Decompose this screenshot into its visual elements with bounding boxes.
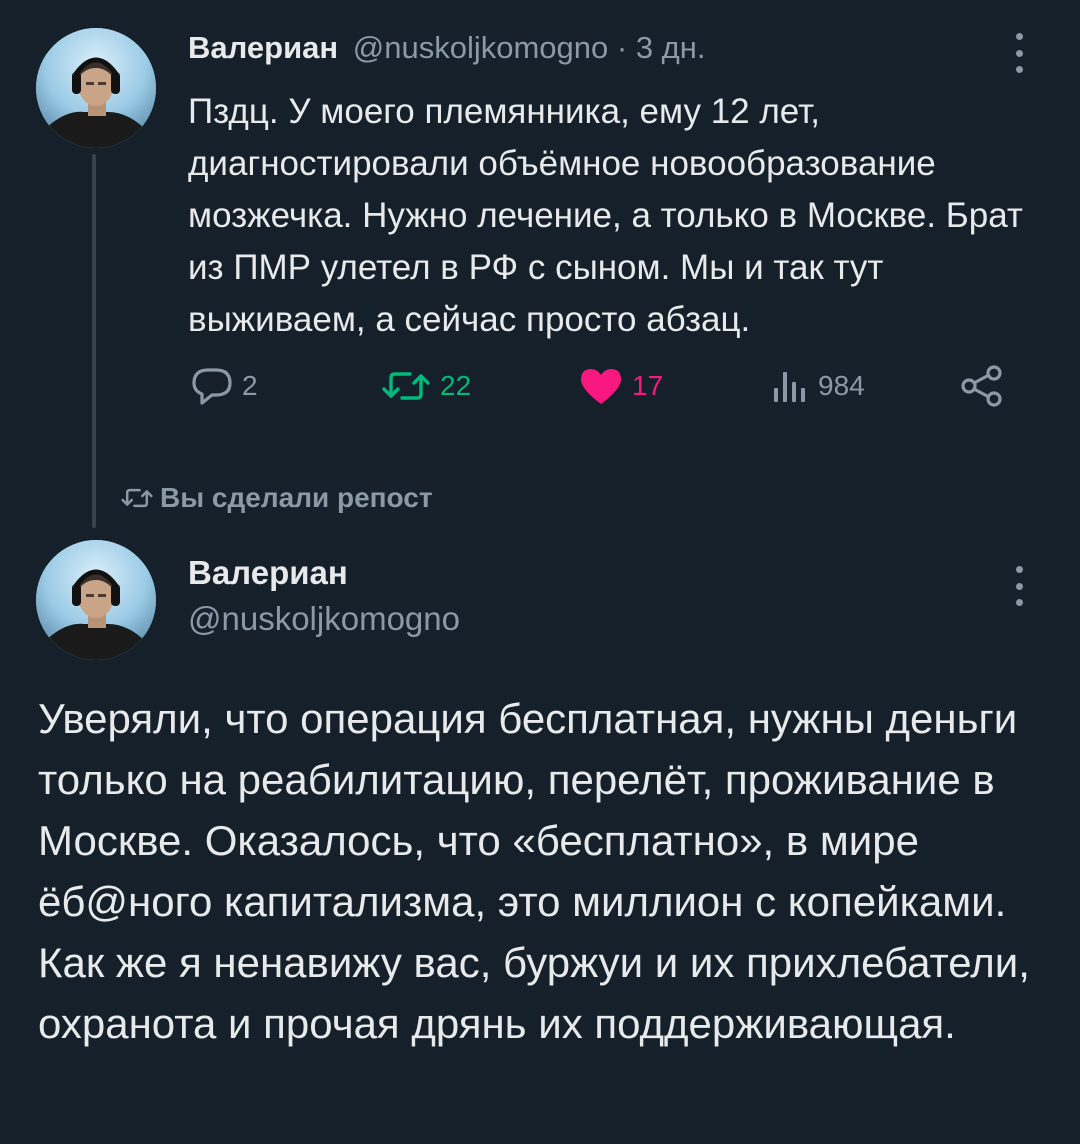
like-icon	[581, 369, 621, 404]
share-button[interactable]	[960, 364, 1004, 408]
avatar[interactable]	[36, 540, 156, 660]
tweet-header: Валериан @nuskoljkomogno · 3 дн.	[188, 28, 706, 68]
retweet-icon	[121, 488, 153, 508]
retweet-icon	[382, 372, 430, 400]
author-name[interactable]: Валериан	[188, 552, 348, 594]
like-button[interactable]: 17	[578, 364, 663, 408]
retweet-button[interactable]: 22	[380, 364, 471, 408]
reply-icon	[192, 368, 232, 405]
views-count: 984	[818, 370, 865, 401]
author-name[interactable]: Валериан	[188, 30, 338, 65]
tweet-text: Уверяли, что операция бесплатная, нужны …	[38, 695, 1030, 1047]
author-handle[interactable]: @nuskoljkomogno	[188, 598, 460, 640]
views-button[interactable]: 984	[770, 364, 865, 408]
more-icon[interactable]	[1009, 566, 1029, 606]
separator-dot: ·	[616, 30, 628, 65]
avatar[interactable]	[36, 28, 156, 148]
retweet-count: 22	[440, 370, 472, 401]
views-icon	[774, 372, 805, 402]
reply-button[interactable]: 2	[190, 364, 258, 408]
share-icon	[961, 365, 1002, 407]
reply-count: 2	[242, 370, 258, 401]
repost-label: Вы сделали репост	[160, 482, 433, 513]
repost-indicator: Вы сделали репост	[120, 476, 433, 520]
author-handle[interactable]: @nuskoljkomogno	[353, 30, 609, 65]
timestamp[interactable]: 3 дн.	[636, 30, 706, 65]
like-count: 17	[632, 370, 664, 401]
more-icon[interactable]	[1009, 33, 1029, 73]
thread-connector-line	[92, 154, 96, 528]
tweet-text: Пздц. У моего племянника, ему 12 лет, ди…	[188, 92, 1023, 339]
